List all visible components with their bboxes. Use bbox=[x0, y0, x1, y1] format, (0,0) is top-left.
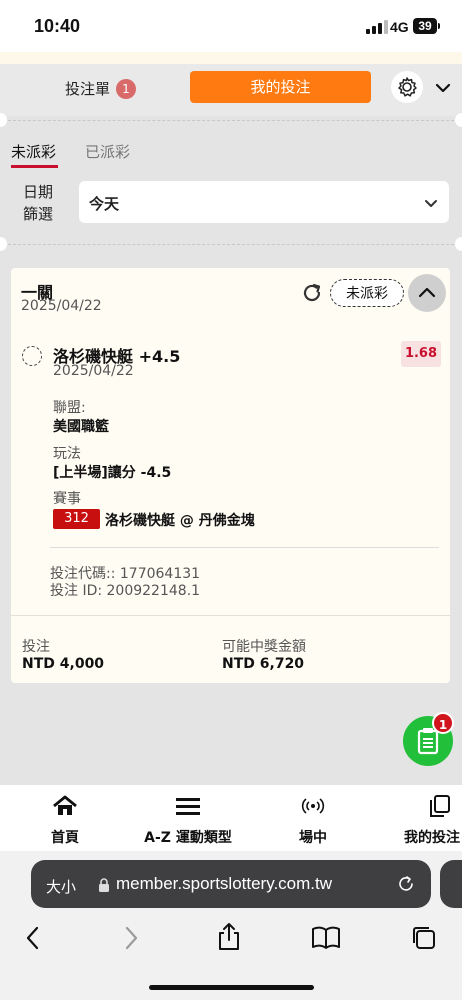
divider bbox=[8, 120, 454, 121]
date-filter-label: 日期篩選 bbox=[23, 183, 54, 223]
nav-home[interactable]: 首頁 bbox=[45, 795, 85, 847]
event-number-badge: 312 bbox=[53, 509, 100, 529]
divider bbox=[11, 615, 450, 616]
stake-label: 投注 bbox=[22, 639, 50, 655]
market-label: 玩法 bbox=[53, 446, 81, 462]
signal-icon bbox=[366, 20, 388, 34]
gear-icon bbox=[398, 77, 417, 97]
network-type: 4G bbox=[390, 19, 409, 35]
my-bets-button[interactable]: 我的投注 bbox=[190, 71, 371, 103]
stake-value: NTD 4,000 bbox=[22, 656, 105, 672]
nav-my-bets-label: 我的投注 bbox=[404, 830, 460, 846]
lock-icon bbox=[99, 878, 109, 892]
nav-sports[interactable]: A-Z 運動類型 bbox=[132, 795, 244, 847]
nav-sports-label: A-Z 運動類型 bbox=[144, 830, 232, 846]
active-tab-indicator bbox=[11, 165, 58, 168]
market-value: [上半場]讓分 -4.5 bbox=[53, 465, 172, 481]
text-size-button[interactable]: 大小 bbox=[46, 876, 76, 897]
nav-live[interactable]: 場中 bbox=[290, 795, 336, 847]
payout-value: NTD 6,720 bbox=[222, 656, 305, 672]
chevron-down-icon bbox=[425, 200, 437, 207]
live-icon bbox=[301, 798, 325, 814]
status-badge: 未派彩 bbox=[330, 279, 404, 307]
event-name: 洛杉磯快艇 @ 丹佛金塊 bbox=[105, 513, 255, 529]
notch-right bbox=[455, 237, 462, 251]
chevron-up-icon bbox=[418, 287, 436, 298]
date-filter-value: 今天 bbox=[89, 195, 120, 213]
battery-icon: 39 bbox=[413, 18, 437, 34]
home-indicator bbox=[149, 985, 314, 990]
copy-icon bbox=[430, 795, 450, 817]
event-label: 賽事 bbox=[53, 491, 81, 507]
nav-my-bets[interactable]: 我的投注 bbox=[404, 795, 462, 847]
tab-unsettled[interactable]: 未派彩 bbox=[11, 141, 56, 162]
bet-slip-tab[interactable]: 投注單 bbox=[65, 78, 110, 99]
menu-icon bbox=[176, 798, 200, 815]
reload-icon[interactable] bbox=[396, 874, 416, 894]
back-icon[interactable] bbox=[22, 925, 44, 951]
divider bbox=[50, 547, 439, 548]
home-icon bbox=[53, 795, 77, 815]
nav-live-label: 場中 bbox=[299, 830, 327, 846]
odds-badge: 1.68 bbox=[401, 341, 441, 367]
collapse-button[interactable] bbox=[408, 274, 446, 312]
status-time: 10:40 bbox=[34, 16, 81, 36]
league-label: 聯盟: bbox=[53, 400, 86, 416]
league-value: 美國職籃 bbox=[53, 419, 109, 435]
settings-button[interactable] bbox=[391, 71, 423, 103]
selection-date: 2025/04/22 bbox=[53, 363, 134, 379]
payout-label: 可能中獎金額 bbox=[222, 639, 306, 655]
forward-icon[interactable] bbox=[120, 925, 142, 951]
chevron-down-icon[interactable] bbox=[433, 78, 453, 98]
tab-settled[interactable]: 已派彩 bbox=[85, 141, 130, 162]
date-filter-select[interactable]: 今天 bbox=[79, 181, 449, 223]
next-tab-preview[interactable] bbox=[440, 860, 462, 908]
bet-slip-badge: 1 bbox=[116, 79, 136, 99]
nav-home-label: 首頁 bbox=[51, 830, 79, 846]
top-strip bbox=[0, 52, 462, 64]
bottom-nav: 首頁 A-Z 運動類型 場中 我的投注 bbox=[0, 785, 462, 851]
share-icon[interactable] bbox=[216, 922, 242, 952]
notch-right bbox=[455, 113, 462, 127]
bet-id: 投注 ID: 200922148.1 bbox=[50, 583, 201, 599]
url-text: member.sportslottery.com.tw bbox=[116, 874, 333, 893]
refresh-icon[interactable] bbox=[300, 281, 324, 305]
tabs-icon[interactable] bbox=[410, 924, 438, 952]
notch-left bbox=[0, 237, 7, 251]
bookmarks-icon[interactable] bbox=[311, 925, 341, 951]
bet-date: 2025/04/22 bbox=[21, 298, 102, 314]
divider bbox=[8, 244, 454, 245]
bet-slip-fab-badge: 1 bbox=[432, 712, 454, 734]
selection-status-icon bbox=[22, 346, 42, 366]
